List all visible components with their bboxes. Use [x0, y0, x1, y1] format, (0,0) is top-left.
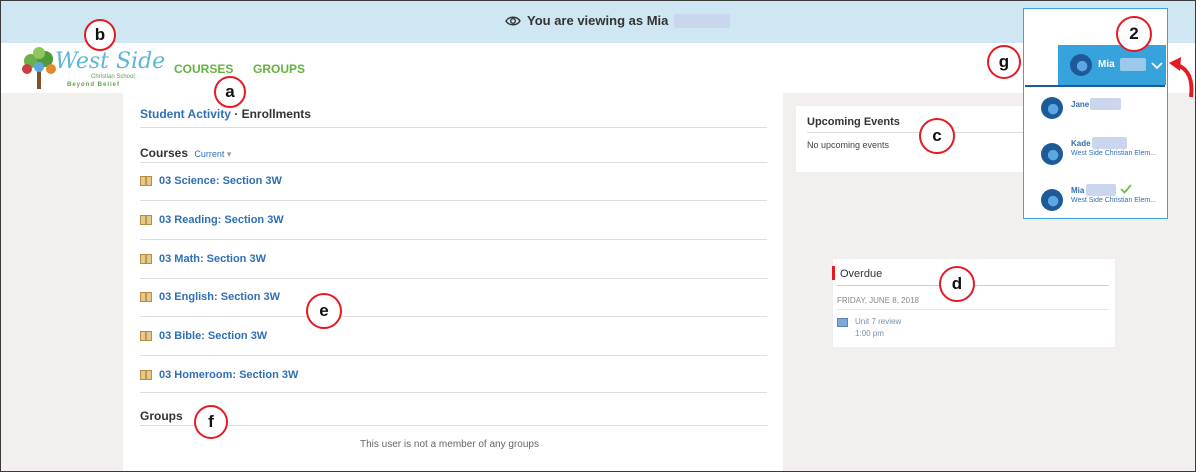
divider: [140, 278, 767, 279]
upcoming-events-empty: No upcoming events: [807, 140, 890, 150]
courses-filter-dropdown[interactable]: Current ▾: [194, 149, 231, 159]
overdue-item-time: 1:00 pm: [855, 329, 884, 338]
course-link-math[interactable]: 03 Math: Section 3W: [140, 253, 266, 265]
groups-empty-message: This user is not a member of any groups: [360, 439, 539, 450]
tree-logo-icon: [22, 47, 56, 89]
course-book-icon: [140, 176, 152, 186]
nav-groups[interactable]: GROUPS: [253, 62, 305, 76]
avatar: [1041, 143, 1063, 165]
child-name: Jane: [1071, 100, 1090, 109]
redacted-surname: [1090, 98, 1121, 110]
divider: [807, 132, 1029, 133]
upcoming-events-card: Upcoming Events No upcoming events: [795, 105, 1035, 173]
child-account-mia[interactable]: Mia West Side Christian Elem...: [1024, 176, 1166, 220]
logo-wordmark: West Side: [55, 49, 166, 74]
groups-heading: Groups: [140, 409, 183, 423]
logo-tagline: Beyond Belief: [67, 82, 121, 88]
viewing-as-banner: You are viewing as Mia: [1, 1, 1195, 43]
screenshot-frame: You are viewing as Mia West Side Christi…: [0, 0, 1196, 472]
course-book-icon: [140, 292, 152, 302]
course-link-homeroom[interactable]: 03 Homeroom: Section 3W: [140, 369, 298, 381]
course-book-icon: [140, 331, 152, 341]
callout-b: b: [84, 19, 116, 51]
divider: [140, 355, 767, 356]
callout-c: c: [919, 118, 955, 154]
callout-d: d: [939, 266, 975, 302]
redacted-surname: [1086, 184, 1116, 196]
course-book-icon: [140, 215, 152, 225]
callout-g: g: [987, 45, 1021, 79]
course-title: 03 Bible: Section 3W: [159, 330, 268, 342]
callout-e: e: [306, 293, 342, 329]
divider: [837, 309, 1109, 310]
child-name: Mia: [1071, 186, 1085, 195]
callout-a: a: [214, 76, 246, 108]
viewing-as-text: You are viewing as Mia: [527, 13, 669, 28]
child-school: West Side Christian Elem...: [1071, 197, 1157, 204]
overdue-card: Overdue FRIDAY, JUNE 8, 2018 Unit 7 revi…: [832, 258, 1116, 348]
course-link-science[interactable]: 03 Science: Section 3W: [140, 175, 282, 187]
logo-subtitle: Christian School: [91, 74, 135, 80]
checkmark-icon: [1120, 184, 1132, 194]
avatar: [1041, 97, 1063, 119]
divider: [140, 392, 767, 393]
current-user-name: Mia: [1098, 59, 1115, 70]
courses-heading: Courses Current ▾: [140, 146, 231, 160]
redacted-surname: [674, 13, 731, 28]
redacted-surname: [1092, 137, 1127, 149]
breadcrumb-separator: ·: [234, 107, 242, 121]
account-switcher-button[interactable]: Mia: [1058, 45, 1166, 85]
child-school: West Side Christian Elem...: [1071, 150, 1157, 157]
overdue-date: FRIDAY, JUNE 8, 2018: [837, 296, 919, 305]
redacted-surname: [1120, 58, 1146, 71]
course-title: 03 Science: Section 3W: [159, 175, 282, 187]
nav-courses[interactable]: COURSES: [174, 62, 233, 76]
left-gutter: [1, 93, 123, 471]
overdue-title: Overdue: [840, 268, 883, 280]
course-title: 03 Reading: Section 3W: [159, 214, 284, 226]
courses-heading-label: Courses: [140, 146, 189, 160]
avatar: [1070, 54, 1092, 76]
child-account-kade[interactable]: Kade West Side Christian Elem...: [1024, 130, 1166, 174]
annotation-arrow-icon: [1169, 57, 1194, 98]
course-link-reading[interactable]: 03 Reading: Section 3W: [140, 214, 284, 226]
courses-filter-value: Current: [194, 149, 225, 159]
divider: [140, 316, 767, 317]
course-title: 03 Homeroom: Section 3W: [159, 369, 299, 381]
child-account-jane[interactable]: Jane: [1024, 88, 1166, 128]
callout-2: 2: [1116, 16, 1152, 52]
upcoming-events-title: Upcoming Events: [807, 116, 900, 128]
overdue-item-title: Unit 7 review: [855, 317, 902, 326]
overdue-accent-bar: [832, 266, 835, 280]
eye-icon: [505, 16, 521, 25]
callout-f: f: [194, 405, 228, 439]
course-link-bible[interactable]: 03 Bible: Section 3W: [140, 330, 267, 342]
breadcrumb-student-activity[interactable]: Student Activity: [140, 107, 231, 121]
divider: [140, 239, 767, 240]
divider: [140, 127, 767, 128]
divider: [140, 425, 767, 426]
breadcrumb: Student Activity · Enrollments: [140, 107, 311, 121]
divider: [140, 162, 767, 163]
viewing-as-message: You are viewing as Mia: [505, 13, 731, 28]
course-title: 03 Math: Section 3W: [159, 253, 266, 265]
course-title: 03 English: Section 3W: [159, 291, 281, 303]
caret-down-icon: ▾: [226, 149, 232, 159]
assignment-icon: [837, 318, 848, 327]
avatar: [1041, 189, 1063, 211]
course-book-icon: [140, 254, 152, 264]
course-book-icon: [140, 370, 152, 380]
chevron-down-icon: [1151, 62, 1163, 70]
child-name: Kade: [1071, 139, 1091, 148]
divider: [140, 200, 767, 201]
dropdown-top-border: [1025, 85, 1165, 87]
course-link-english[interactable]: 03 English: Section 3W: [140, 291, 280, 303]
breadcrumb-enrollments: Enrollments: [241, 107, 311, 121]
